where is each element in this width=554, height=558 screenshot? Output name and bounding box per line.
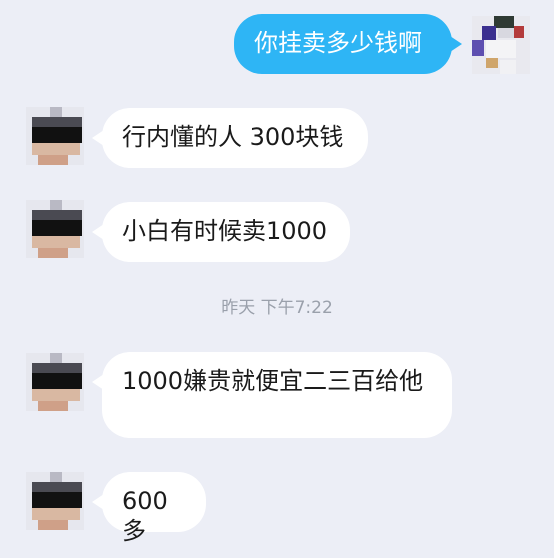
contact-avatar[interactable] <box>26 353 84 411</box>
message-bubble-received[interactable]: 行内懂的人 300块钱 <box>92 108 368 168</box>
chat-view: 你挂卖多少钱啊 行内懂的人 300块钱 小白有时候卖1000 昨天 下午7:22 <box>0 0 554 558</box>
contact-avatar[interactable] <box>26 200 84 258</box>
message-bubble-sent[interactable]: 你挂卖多少钱啊 <box>234 14 462 74</box>
message-bubble-received[interactable]: 600多 <box>92 472 206 545</box>
contact-avatar[interactable] <box>26 472 84 530</box>
message-bubble-received[interactable]: 小白有时候卖1000 <box>92 202 350 262</box>
contact-avatar[interactable] <box>26 107 84 165</box>
self-avatar[interactable] <box>472 16 530 74</box>
message-bubble-received[interactable]: 1000嫌贵就便宜二三百给他 <box>92 352 452 438</box>
message-timestamp: 昨天 下午7:22 <box>221 298 333 318</box>
